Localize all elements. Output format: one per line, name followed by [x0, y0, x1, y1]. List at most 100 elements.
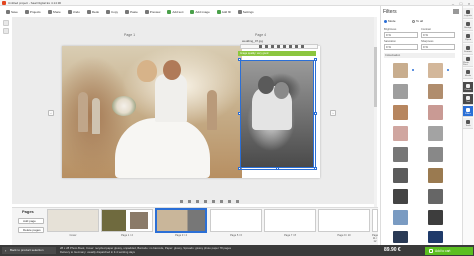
- resize-handle[interactable]: [314, 58, 317, 61]
- sidebar-item-filters[interactable]: Filters: [463, 106, 473, 117]
- sidebar-item-tools[interactable]: Tools: [463, 118, 473, 129]
- filter-swatch[interactable]: [428, 105, 443, 120]
- layer-up-icon[interactable]: [277, 45, 280, 48]
- previous-page-arrow-icon[interactable]: ‹: [48, 110, 54, 116]
- copy-button[interactable]: Copy: [106, 9, 118, 14]
- resize-handle[interactable]: [238, 58, 241, 61]
- page-thumb-selected[interactable]: [156, 209, 206, 232]
- add-page-button[interactable]: Add page: [18, 218, 44, 224]
- page-thumb[interactable]: [318, 209, 370, 232]
- flip-icon[interactable]: [271, 45, 274, 48]
- filter-swatch[interactable]: [393, 105, 408, 120]
- filter-swatch[interactable]: [393, 210, 408, 225]
- image-icon[interactable]: [228, 200, 231, 203]
- projects-button[interactable]: Projects: [24, 9, 41, 14]
- radio-mode[interactable]: Mode: [384, 19, 396, 23]
- add-text-button[interactable]: Add text: [167, 9, 183, 14]
- save-button[interactable]: Save: [6, 9, 18, 14]
- edit-icon[interactable]: [289, 45, 292, 48]
- add-fill-button[interactable]: Add fill: [216, 9, 231, 14]
- filter-swatch[interactable]: [428, 231, 443, 243]
- paste-button[interactable]: Paste: [125, 9, 138, 14]
- layer-down-icon[interactable]: [283, 45, 286, 48]
- window-title: Untitled project - Saal Digital Ex 4.14.…: [8, 1, 62, 5]
- trash-icon[interactable]: [301, 45, 304, 48]
- contrast-field[interactable]: 0 %: [421, 32, 455, 38]
- filter-swatch[interactable]: [428, 63, 443, 78]
- sidebar-item-frames[interactable]: Frames: [463, 44, 473, 55]
- filter-swatch[interactable]: [393, 189, 408, 204]
- filter-swatch[interactable]: [428, 168, 443, 183]
- rotate-icon[interactable]: [265, 45, 268, 48]
- filter-option-dot-icon[interactable]: [412, 69, 414, 71]
- page-thumb[interactable]: [47, 209, 99, 232]
- sidebar-item-masks[interactable]: Masks: [463, 68, 473, 79]
- resize-handle[interactable]: [238, 112, 241, 115]
- undo-button[interactable]: Undo: [67, 9, 80, 14]
- save-icon: [6, 9, 10, 14]
- sidebar-item-photo-print[interactable]: Photo Print: [463, 56, 473, 67]
- selection-box[interactable]: [240, 60, 316, 170]
- page-thumb-label: Page 5 / 6: [230, 234, 242, 237]
- thumb-photo: [130, 212, 148, 229]
- resize-handle[interactable]: [314, 167, 317, 170]
- panel-collapse-icon[interactable]: [453, 9, 459, 14]
- vertical-scrollbar[interactable]: [374, 17, 377, 207]
- filter-swatch[interactable]: [428, 84, 443, 99]
- background-icon: [466, 21, 470, 26]
- paste-icon: [125, 9, 130, 14]
- move-icon[interactable]: [212, 200, 215, 203]
- filter-swatch[interactable]: [393, 84, 408, 99]
- sidebar-item-backgrounds[interactable]: Backgr.: [463, 20, 473, 31]
- filter-option-dot-icon[interactable]: [447, 69, 449, 71]
- text-icon[interactable]: [220, 200, 223, 203]
- filter-swatch[interactable]: [428, 126, 443, 141]
- page-thumb[interactable]: [372, 209, 378, 232]
- next-page-arrow-icon[interactable]: ›: [330, 110, 336, 116]
- settings-button[interactable]: Settings: [237, 9, 254, 14]
- radio-to-all[interactable]: To all: [412, 19, 423, 23]
- sidebar-item-clipart[interactable]: Clipart: [463, 32, 473, 43]
- fit-icon[interactable]: [196, 200, 199, 203]
- projects-icon: [24, 9, 29, 14]
- crop-icon[interactable]: [259, 45, 262, 48]
- page-thumb-label: Page 9 / 10: [337, 234, 351, 237]
- page-thumb[interactable]: [210, 209, 262, 232]
- groom-head: [163, 60, 181, 80]
- sharpness-field[interactable]: 0 %: [421, 44, 455, 50]
- bouquet: [112, 96, 136, 116]
- brightness-field[interactable]: 0 %: [384, 32, 418, 38]
- sidebar-item-photos[interactable]: Photos: [463, 82, 473, 93]
- redo-button[interactable]: Redo: [86, 9, 99, 14]
- grid-icon[interactable]: [204, 200, 207, 203]
- resize-handle[interactable]: [314, 112, 317, 115]
- layers-tool-icon[interactable]: [3, 20, 9, 26]
- lock-icon[interactable]: [295, 45, 298, 48]
- resize-handle[interactable]: [238, 167, 241, 170]
- page-thumb[interactable]: [264, 209, 316, 232]
- sidebar-item-layouts[interactable]: Layouts: [463, 8, 473, 19]
- delete-pages-button[interactable]: Delete pages: [18, 227, 44, 233]
- filter-swatch[interactable]: [428, 210, 443, 225]
- saturation-field[interactable]: 0 %: [384, 44, 418, 50]
- add-image-button[interactable]: Add image: [190, 9, 210, 14]
- share-button[interactable]: Share: [47, 9, 61, 14]
- filter-swatch[interactable]: [393, 126, 408, 141]
- shape-icon[interactable]: [236, 200, 239, 203]
- mask-icon: [466, 69, 470, 74]
- sidebar-item-text[interactable]: Text: [463, 94, 473, 105]
- preview-button[interactable]: Preview: [144, 9, 160, 14]
- filter-swatch[interactable]: [393, 147, 408, 162]
- filter-swatch[interactable]: [393, 231, 408, 243]
- guides-tool-icon[interactable]: [3, 28, 9, 34]
- zoom-in-icon[interactable]: [188, 200, 191, 203]
- filter-swatch[interactable]: [393, 168, 408, 183]
- filter-swatch[interactable]: [428, 189, 443, 204]
- filter-swatch[interactable]: [428, 147, 443, 162]
- back-to-product-button[interactable]: Back to product selection: [2, 247, 56, 254]
- zoom-out-icon[interactable]: [180, 200, 183, 203]
- filter-swatch[interactable]: [393, 63, 408, 78]
- image-quality-bar: Image quality: very good: [238, 51, 316, 56]
- resize-handle[interactable]: [276, 167, 279, 170]
- photos-icon: [466, 83, 470, 88]
